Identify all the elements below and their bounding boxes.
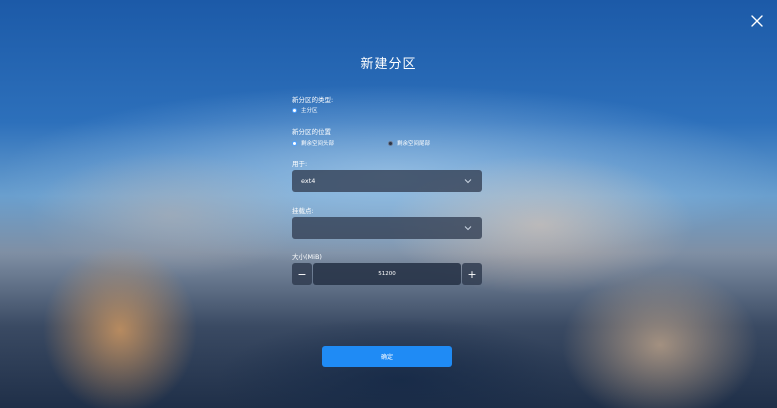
dialog-title: 新建分区 xyxy=(360,57,417,72)
size-increment-button[interactable]: + xyxy=(462,263,482,285)
size-decrement-button[interactable]: − xyxy=(292,263,312,285)
radio-selected-indicator xyxy=(292,107,297,113)
close-icon xyxy=(751,15,763,27)
size-input[interactable]: 51200 xyxy=(313,263,461,285)
radio-unselected-indicator xyxy=(388,140,393,146)
radio-location-end[interactable]: 剩余空间尾部 xyxy=(388,139,430,147)
confirm-button[interactable]: 确定 xyxy=(322,346,452,367)
partition-location-label: 新分区的位置 xyxy=(292,128,331,136)
radio-location-start[interactable]: 剩余空间头部 xyxy=(292,139,334,147)
size-label: 大小(MiB) xyxy=(292,253,322,261)
mount-point-select[interactable] xyxy=(292,217,482,239)
radio-selected-indicator xyxy=(292,140,297,146)
close-button[interactable] xyxy=(748,12,766,30)
chevron-down-icon xyxy=(464,179,472,184)
chevron-down-icon xyxy=(464,226,472,231)
filesystem-label: 用于: xyxy=(292,160,308,168)
filesystem-value: ext4 xyxy=(301,177,316,185)
filesystem-select[interactable]: ext4 xyxy=(292,170,482,192)
mount-point-label: 挂载点: xyxy=(292,207,314,215)
radio-label: 剩余空间头部 xyxy=(301,141,335,147)
radio-primary-partition[interactable]: 主分区 xyxy=(292,106,318,114)
radio-label: 剩余空间尾部 xyxy=(397,141,431,147)
partition-type-label: 新分区的类型: xyxy=(292,96,334,104)
radio-label: 主分区 xyxy=(301,108,318,114)
